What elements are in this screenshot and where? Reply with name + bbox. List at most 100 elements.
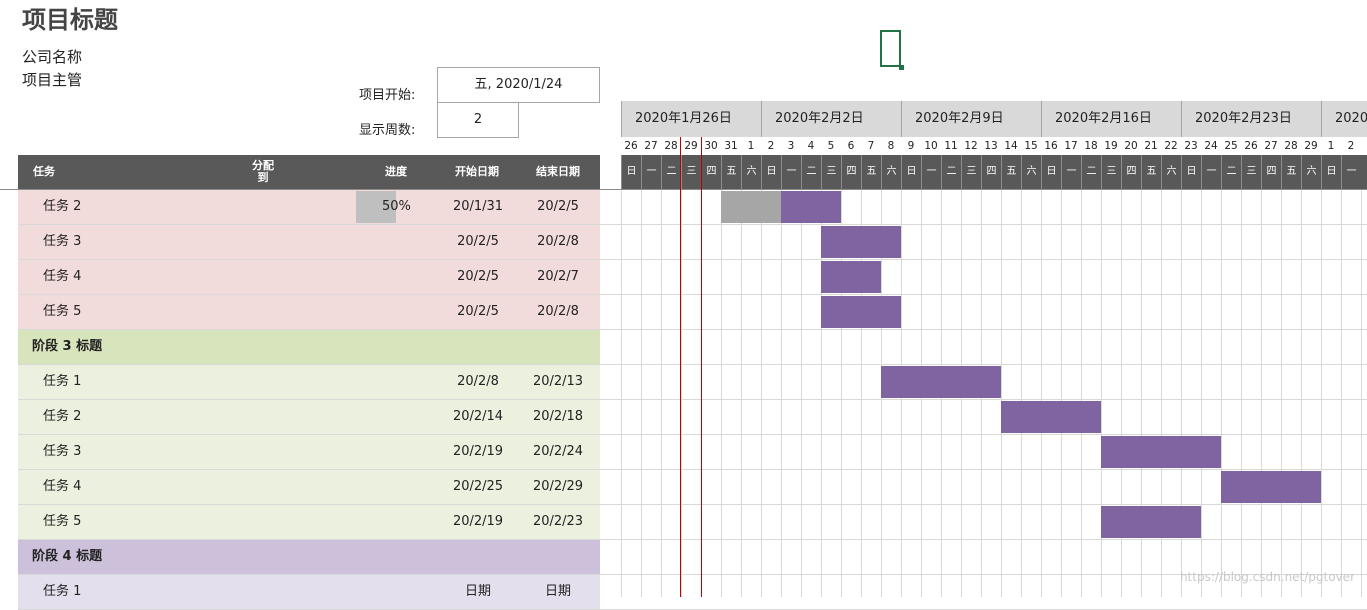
- grid-column-line: [661, 190, 662, 597]
- day-number: 23: [1184, 140, 1198, 152]
- day-name: 五: [861, 155, 881, 189]
- day-name: 三: [1101, 155, 1121, 189]
- day-number: 28: [1284, 140, 1298, 152]
- day-number: 26: [624, 140, 638, 152]
- gantt-bar: [821, 296, 901, 328]
- grid-column-line: [1301, 190, 1302, 597]
- start-date: 20/2/5: [457, 269, 499, 284]
- task-table-header: 任务 分配 到 进度 开始日期 结束日期: [18, 155, 600, 189]
- grid-column-line: [1361, 190, 1362, 597]
- day-number: 18: [1084, 140, 1098, 152]
- grid-column-line: [1201, 190, 1202, 597]
- week-header: 2020年2月16日: [1041, 101, 1181, 137]
- task-name: 任务 1: [43, 584, 82, 599]
- task-name: 任务 2: [43, 409, 82, 424]
- task-name: 任务 4: [43, 269, 82, 284]
- start-date: 日期: [464, 584, 491, 599]
- day-number: 7: [867, 140, 875, 152]
- task-row[interactable]: 任务 2 50% 20/1/31 20/2/5: [18, 190, 600, 224]
- start-date: 20/2/25: [452, 479, 504, 494]
- day-name: 日: [621, 155, 641, 189]
- project-start-input[interactable]: 五, 2020/1/24: [437, 67, 600, 103]
- grid-column-line: [1281, 190, 1282, 597]
- day-number: 2: [767, 140, 775, 152]
- day-name: 五: [1001, 155, 1021, 189]
- grid-column-line: [1021, 190, 1022, 597]
- col-assign: 分配 到: [252, 159, 274, 184]
- grid-column-line: [621, 190, 622, 597]
- end-date: 20/2/18: [532, 409, 584, 424]
- day-name: 三: [821, 155, 841, 189]
- day-name: 二: [1081, 155, 1101, 189]
- day-number: 8: [887, 140, 895, 152]
- end-date: 20/2/24: [532, 444, 584, 459]
- task-row[interactable]: 任务 3 20/2/5 20/2/8: [18, 225, 600, 259]
- gantt-bar: [781, 191, 841, 223]
- grid-column-line: [1341, 190, 1342, 597]
- day-number: 1: [1327, 140, 1335, 152]
- task-row[interactable]: 任务 5 20/2/19 20/2/23: [18, 505, 600, 539]
- task-row[interactable]: 任务 1 20/2/8 20/2/13: [18, 365, 600, 399]
- day-name: 四: [841, 155, 861, 189]
- day-number: 21: [1144, 140, 1158, 152]
- phase-title: 阶段 3 标题: [32, 339, 103, 354]
- task-name: 任务 5: [43, 514, 82, 529]
- end-date: 20/2/8: [537, 304, 579, 319]
- phase-header-row[interactable]: 阶段 3 标题: [18, 330, 600, 364]
- task-row[interactable]: 任务 5 20/2/5 20/2/8: [18, 295, 600, 329]
- end-date: 20/2/7: [537, 269, 579, 284]
- task-row[interactable]: 任务 4 20/2/25 20/2/29: [18, 470, 600, 504]
- grid-column-line: [681, 190, 682, 597]
- task-row[interactable]: 任务 4 20/2/5 20/2/7: [18, 260, 600, 294]
- selected-cell[interactable]: [880, 30, 901, 67]
- end-date: 20/2/8: [537, 234, 579, 249]
- start-date: 20/2/14: [452, 409, 504, 424]
- grid-column-line: [1001, 190, 1002, 597]
- day-name: 六: [1021, 155, 1041, 189]
- task-row[interactable]: 任务 1 日期 日期: [18, 575, 600, 609]
- day-name: 四: [981, 155, 1001, 189]
- start-date: 20/2/8: [457, 374, 499, 389]
- start-date: 20/2/19: [452, 444, 504, 459]
- day-name: 二: [801, 155, 821, 189]
- day-name: 日: [901, 155, 921, 189]
- day-name: 二: [941, 155, 961, 189]
- start-date: 20/2/5: [457, 234, 499, 249]
- task-row[interactable]: 任务 3 20/2/19 20/2/24: [18, 435, 600, 469]
- grid-column-line: [1321, 190, 1322, 597]
- start-date: 20/2/19: [452, 514, 504, 529]
- day-number: 20: [1124, 140, 1138, 152]
- day-name: 五: [1141, 155, 1161, 189]
- day-number: 31: [724, 140, 738, 152]
- day-name: 一: [1061, 155, 1081, 189]
- day-number: 17: [1064, 140, 1078, 152]
- day-number: 28: [664, 140, 678, 152]
- project-manager: 项目主管: [22, 71, 83, 89]
- task-name: 任务 3: [43, 444, 82, 459]
- day-number: 1: [747, 140, 755, 152]
- task-row[interactable]: 任务 2 20/2/14 20/2/18: [18, 400, 600, 434]
- today-line: [701, 137, 702, 597]
- gantt-bar: [1101, 506, 1201, 538]
- weeks-shown-label: 显示周数:: [359, 123, 416, 138]
- day-name: 六: [741, 155, 761, 189]
- col-progress: 进度: [385, 165, 407, 178]
- day-number: 9: [907, 140, 915, 152]
- start-date: 20/2/5: [457, 304, 499, 319]
- day-number: 30: [704, 140, 718, 152]
- phase-header-row[interactable]: 阶段 4 标题: [18, 540, 600, 574]
- fill-handle[interactable]: [899, 65, 904, 70]
- day-number: 10: [924, 140, 938, 152]
- grid-column-line: [1221, 190, 1222, 597]
- gantt-bar: [1221, 471, 1321, 503]
- week-header: 2020年2月9日: [901, 101, 1041, 137]
- weeks-shown-input[interactable]: 2: [437, 102, 519, 138]
- gantt-bar-complete: [721, 191, 781, 223]
- grid-column-line: [781, 190, 782, 597]
- grid-column-line: [1261, 190, 1262, 597]
- col-task: 任务: [33, 165, 55, 178]
- end-date: 20/2/13: [532, 374, 584, 389]
- day-name: 六: [1301, 155, 1321, 189]
- end-date: 20/2/29: [532, 479, 584, 494]
- week-header: 2020: [1321, 101, 1367, 137]
